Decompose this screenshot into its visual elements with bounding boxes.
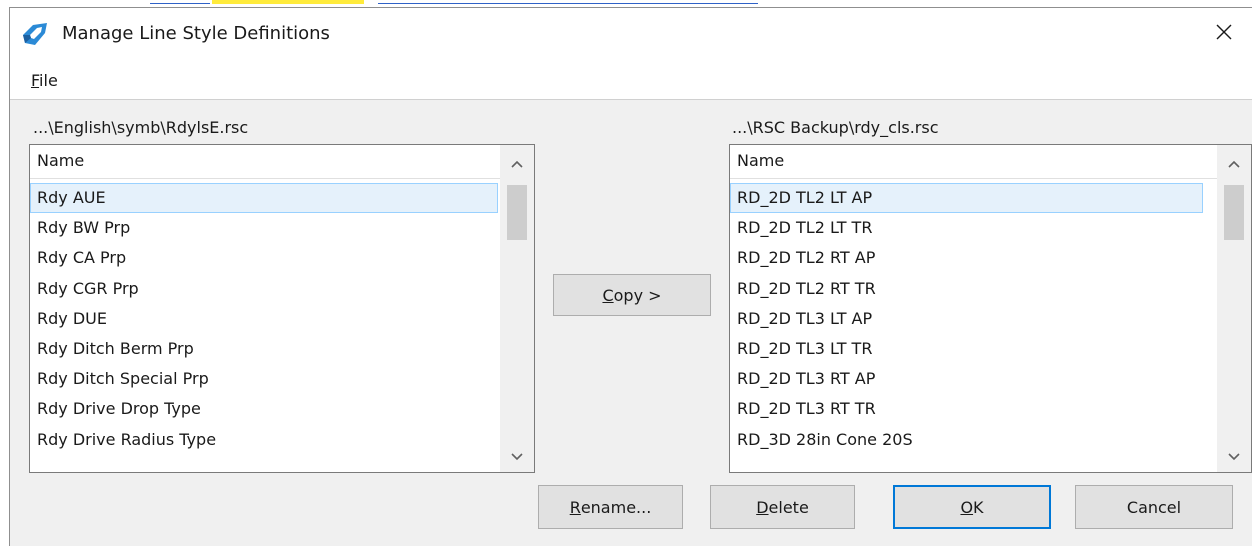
menu-file-mnemonic: F: [31, 71, 40, 90]
vertical-scrollbar[interactable]: [1217, 145, 1251, 472]
menu-file[interactable]: File: [31, 70, 58, 92]
scroll-thumb[interactable]: [507, 185, 527, 240]
column-header-name[interactable]: Name: [30, 145, 500, 179]
menu-bar: File: [10, 62, 1252, 100]
list-item[interactable]: RD_2D TL3 LT AP: [730, 304, 1203, 334]
list-rows: RD_2D TL2 LT AP RD_2D TL2 LT TR RD_2D TL…: [730, 183, 1203, 455]
list-item[interactable]: RD_2D TL2 LT TR: [730, 213, 1203, 243]
list-item[interactable]: RD_2D TL3 RT AP: [730, 364, 1203, 394]
chevron-down-icon: [1228, 446, 1240, 465]
scroll-down-button[interactable]: [1217, 438, 1251, 472]
cancel-button[interactable]: Cancel: [1075, 485, 1233, 529]
destination-file-path: ...\RSC Backup\rdy_cls.rsc: [732, 118, 939, 137]
list-rows: Rdy AUE Rdy BW Prp Rdy CA Prp Rdy CGR Pr…: [30, 183, 498, 455]
ok-mnemonic: O: [960, 497, 974, 517]
app-logo-icon: [21, 21, 49, 47]
list-item[interactable]: RD_2D TL2 RT AP: [730, 243, 1203, 273]
background-link-fragment: [150, 0, 210, 4]
window-title: Manage Line Style Definitions: [62, 23, 330, 44]
list-item[interactable]: RD_3D 28in Cone 20S: [730, 425, 1203, 455]
background-highlight-fragment: [212, 0, 364, 4]
list-item[interactable]: RD_2D TL3 LT TR: [730, 334, 1203, 364]
chevron-up-icon: [1228, 153, 1240, 172]
rename-button[interactable]: Rename...: [538, 485, 683, 529]
close-button[interactable]: [1206, 18, 1242, 50]
source-line-style-list[interactable]: Name Rdy AUE Rdy BW Prp Rdy CA Prp Rdy C…: [29, 144, 535, 473]
copy-mnemonic: C: [602, 285, 614, 305]
manage-line-style-dialog: Manage Line Style Definitions File ...\E…: [9, 7, 1252, 546]
close-icon: [1215, 23, 1233, 45]
delete-button[interactable]: Delete: [710, 485, 855, 529]
chevron-up-icon: [511, 153, 523, 172]
list-item[interactable]: RD_2D TL2 RT TR: [730, 274, 1203, 304]
scroll-up-button[interactable]: [500, 145, 534, 179]
ok-label: K: [973, 497, 984, 517]
chevron-down-icon: [511, 446, 523, 465]
list-item[interactable]: Rdy CGR Prp: [30, 274, 498, 304]
rename-mnemonic: R: [569, 497, 581, 517]
list-item[interactable]: RD_2D TL3 RT TR: [730, 394, 1203, 424]
list-item[interactable]: Rdy BW Prp: [30, 213, 498, 243]
menu-file-label: ile: [39, 71, 58, 90]
source-file-path: ...\English\symb\RdylsE.rsc: [33, 118, 249, 137]
list-item[interactable]: Rdy Drive Radius Type: [30, 425, 498, 455]
screenshot: Manage Line Style Definitions File ...\E…: [0, 0, 1252, 546]
scroll-up-button[interactable]: [1217, 145, 1251, 179]
rename-label: ename...: [580, 497, 652, 517]
vertical-scrollbar[interactable]: [500, 145, 534, 472]
scroll-thumb[interactable]: [1224, 185, 1244, 240]
background-link-fragment: [378, 0, 758, 4]
copy-button[interactable]: Copy >: [553, 274, 711, 316]
copy-label: opy >: [613, 285, 662, 305]
list-item[interactable]: Rdy Ditch Special Prp: [30, 364, 498, 394]
scroll-down-button[interactable]: [500, 438, 534, 472]
destination-line-style-list[interactable]: Name RD_2D TL2 LT AP RD_2D TL2 LT TR RD_…: [729, 144, 1252, 473]
list-item[interactable]: Rdy Drive Drop Type: [30, 394, 498, 424]
title-bar: Manage Line Style Definitions: [10, 8, 1252, 62]
ok-button[interactable]: OK: [893, 485, 1051, 529]
list-item[interactable]: Rdy DUE: [30, 304, 498, 334]
delete-mnemonic: D: [756, 497, 769, 517]
list-item[interactable]: Rdy Ditch Berm Prp: [30, 334, 498, 364]
delete-label: elete: [768, 497, 809, 517]
column-header-name[interactable]: Name: [730, 145, 1217, 179]
list-item[interactable]: RD_2D TL2 LT AP: [730, 183, 1203, 214]
list-item[interactable]: Rdy AUE: [30, 183, 498, 214]
list-item[interactable]: Rdy CA Prp: [30, 243, 498, 273]
